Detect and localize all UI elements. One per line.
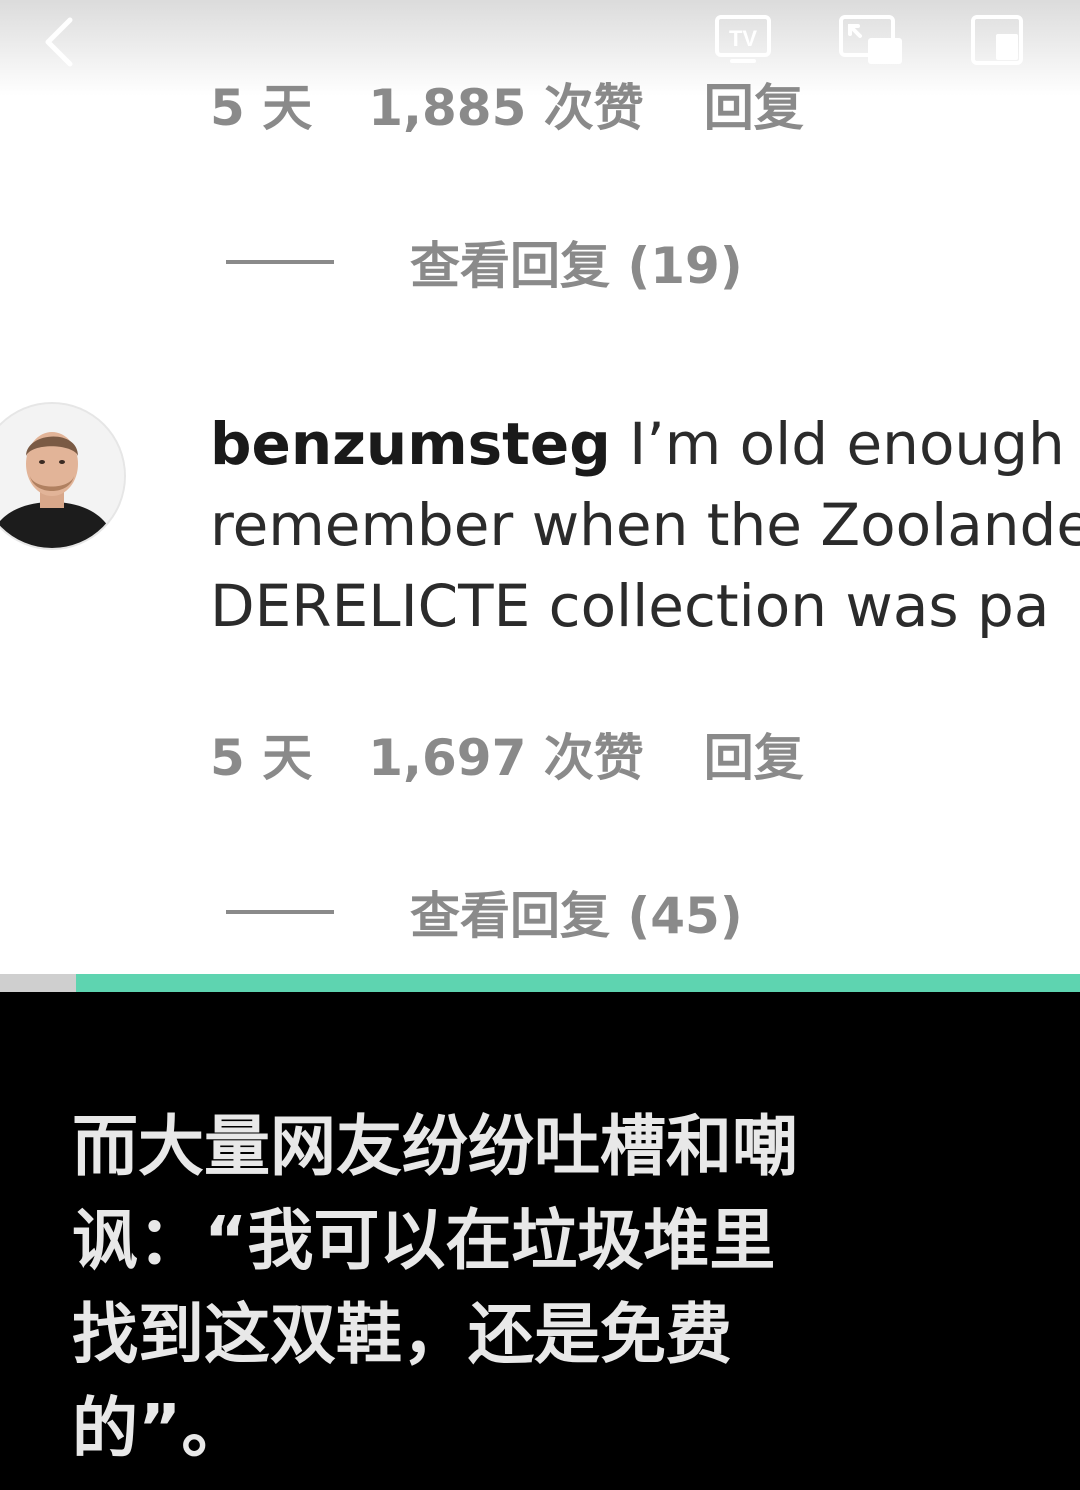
comment-age: 5 天 <box>210 79 313 137</box>
view-replies-label: 查看回复 (19) <box>410 237 743 295</box>
caption-line-4: 的”。 <box>72 1390 248 1467</box>
comment-username[interactable]: benzumsteg <box>210 410 611 478</box>
replies-divider <box>226 260 334 264</box>
comment-text-2: remember when the Zoolander <box>210 491 1080 559</box>
comment-meta: 5 天 1,697 次赞 回复 <box>210 724 804 787</box>
tv-icon[interactable]: TV <box>714 14 772 64</box>
view-replies-button[interactable]: 查看回复 (19) <box>226 232 743 295</box>
replies-divider <box>226 910 334 914</box>
comment-like-count[interactable]: 1,697 次赞 <box>368 718 644 790</box>
reply-button[interactable]: 回复 <box>704 718 804 790</box>
caption-line-2: 讽：“我可以在垃圾堆里 <box>72 1202 776 1279</box>
previous-comment-meta: 5 天 1,885 次赞 回复 <box>210 74 804 137</box>
caption-line-1: 而大量网友纷纷吐槽和嘲 <box>72 1108 798 1185</box>
avatar[interactable] <box>0 404 124 548</box>
view-replies-label: 查看回复 (45) <box>410 887 743 945</box>
video-progress-bar[interactable] <box>0 974 1080 992</box>
video-progress-played <box>76 974 1080 992</box>
comment-age: 5 天 <box>210 729 313 787</box>
reply-button[interactable]: 回复 <box>704 68 804 140</box>
caption-line-3: 找到这双鞋，还是免费 <box>72 1296 732 1373</box>
view-replies-button[interactable]: 查看回复 (45) <box>226 882 743 945</box>
comment-line-1: benzumsteg I’m old enough to <box>210 404 1080 485</box>
comment-like-count[interactable]: 1,885 次赞 <box>368 68 644 140</box>
picture-in-picture-icon[interactable] <box>970 14 1024 66</box>
cast-icon[interactable] <box>838 14 904 66</box>
comment-text-1: I’m old enough to <box>629 410 1080 478</box>
video-caption: 而大量网友纷纷吐槽和嘲 讽：“我可以在垃圾堆里 找到这双鞋，还是免费 的”。 <box>72 1100 862 1476</box>
comment-body: benzumsteg I’m old enough to remember wh… <box>210 404 1080 644</box>
back-icon[interactable] <box>36 16 84 68</box>
avatar-portrait <box>0 404 124 548</box>
tv-icon-label: TV <box>729 26 757 51</box>
comment-text-3: DERELICTE collection was pa <box>210 572 1050 640</box>
